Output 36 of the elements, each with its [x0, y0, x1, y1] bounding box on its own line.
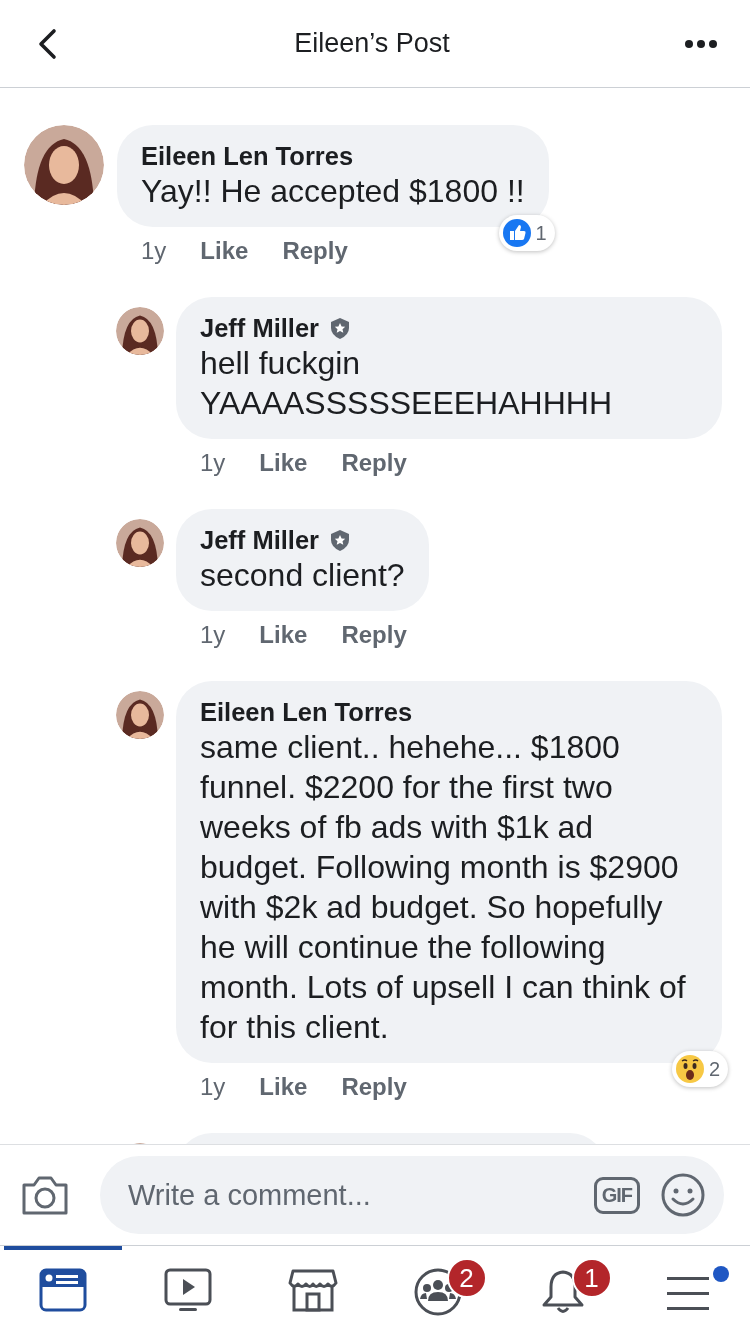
comment-action-link[interactable]: Like: [259, 447, 308, 479]
reaction-count[interactable]: 2: [671, 1051, 728, 1087]
notification-badge: 1: [571, 1258, 612, 1298]
comment-time: 1y: [200, 620, 226, 650]
comment-text: same client.. hehehe... $1800 funnel. $2200 for the first two weeks of fb ads with $1k ad budget. Following month is $2900 with $2k ad budget. So hopefully he will continue the following month. Lots of upsell I can think of for this client.: [200, 728, 687, 1047]
post-title: Eileen’s Post: [294, 28, 450, 59]
comment-action-link[interactable]: Like: [259, 619, 308, 651]
comment-action-link[interactable]: Reply: [341, 1071, 407, 1103]
author-name[interactable]: Jeff Miller: [200, 313, 320, 343]
author-name[interactable]: Jeff Miller: [200, 525, 320, 555]
surprised-face-icon: [674, 1054, 705, 1084]
emoji-icon[interactable]: [660, 1172, 706, 1218]
avatar[interactable]: [116, 307, 164, 355]
comment-time: 1y: [141, 236, 167, 266]
comment-field[interactable]: Write a comment... GIF: [100, 1156, 724, 1234]
nav-tab[interactable]: 1: [503, 1246, 622, 1334]
comment-action-link[interactable]: Like: [259, 1071, 308, 1103]
comment-action-link[interactable]: Like: [200, 235, 249, 267]
comment-action-link[interactable]: Reply: [282, 235, 348, 267]
comment-action-link[interactable]: Reply: [341, 619, 407, 651]
author-name[interactable]: Eileen Len Torres: [141, 141, 354, 171]
comment-text: second client?: [200, 556, 405, 595]
nav-tab[interactable]: 2: [378, 1246, 497, 1334]
avatar[interactable]: [116, 691, 164, 739]
comment-text: Yay!! He accepted $1800 !!: [141, 172, 525, 211]
comment-action-link[interactable]: Reply: [341, 447, 407, 479]
author-name[interactable]: Eileen Len Torres: [200, 697, 413, 727]
avatar[interactable]: [116, 519, 164, 567]
comment-time: 1y: [200, 448, 226, 478]
reaction-count[interactable]: 1: [498, 215, 555, 251]
comment-time: 1y: [200, 1072, 226, 1102]
comment-text: hell fuckgin YAAAASSSSSEEEHAHHHH: [200, 344, 613, 423]
thumbs-up-icon: [501, 218, 532, 248]
gif-button[interactable]: GIF: [593, 1176, 640, 1214]
more-icon[interactable]: [684, 38, 718, 49]
notification-badge: 2: [446, 1258, 487, 1298]
